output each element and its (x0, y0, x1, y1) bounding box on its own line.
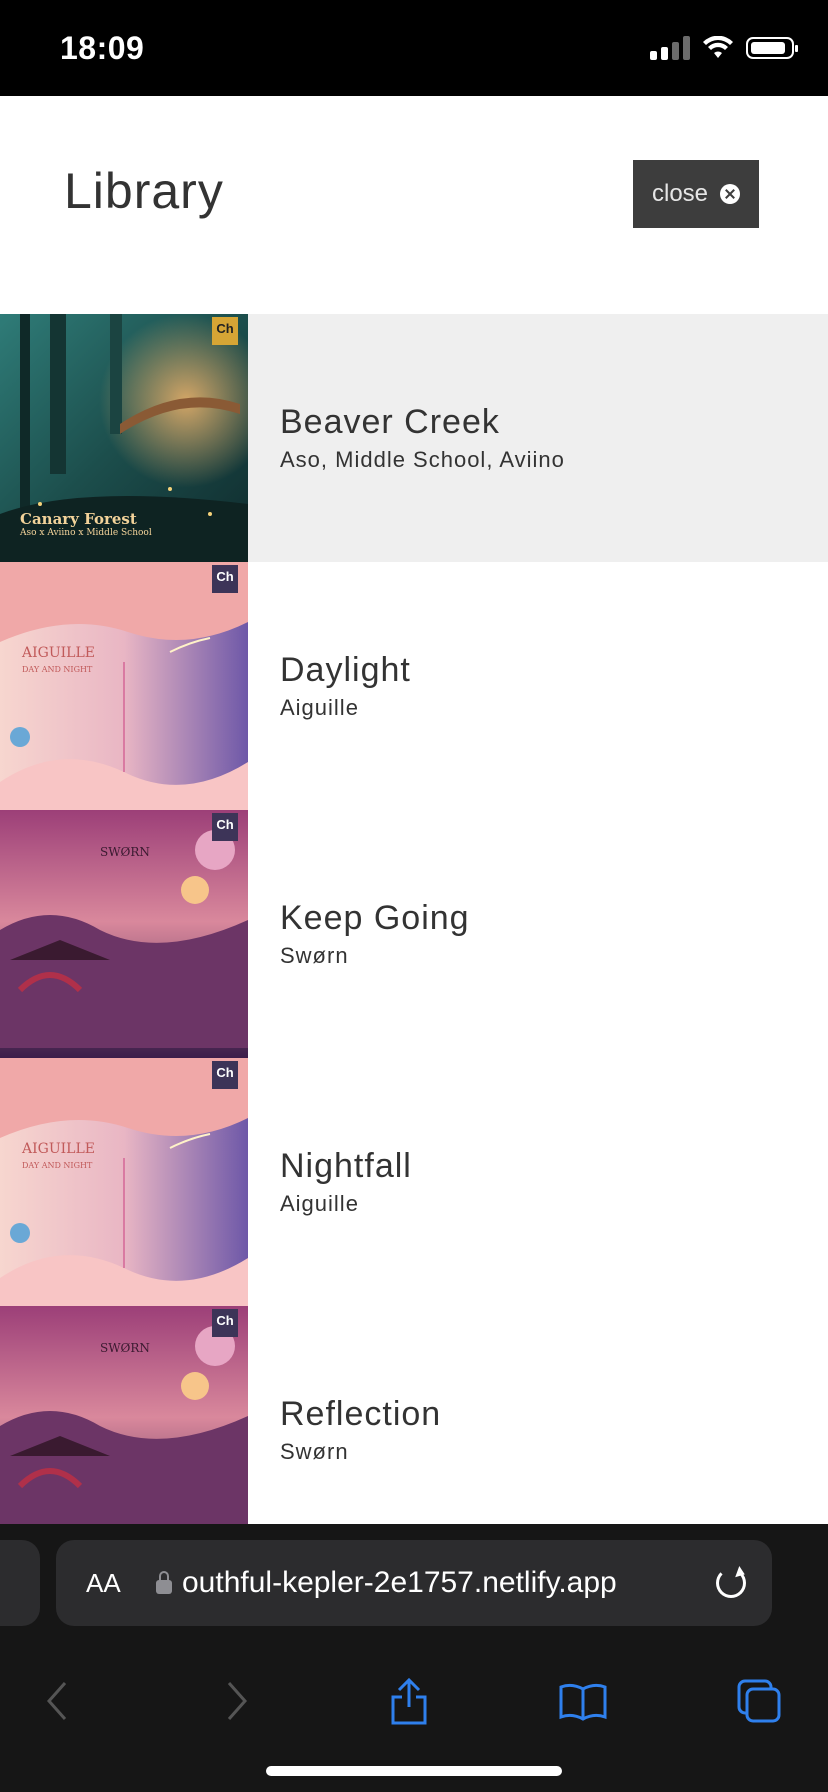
album-cover-sworn: SWØRN Ch (0, 810, 248, 1058)
track-title: Beaver Creek (280, 403, 500, 441)
label-logo: Ch (212, 1309, 238, 1337)
status-icons (650, 36, 798, 60)
reload-icon[interactable] (716, 1568, 746, 1598)
tabs-icon (737, 1679, 781, 1723)
label-logo: Ch (212, 813, 238, 841)
browser-toolbar (0, 1644, 828, 1764)
album-cover-sworn: SWØRN Ch (0, 1306, 248, 1524)
tabs-button[interactable] (732, 1674, 786, 1728)
close-button[interactable]: close (633, 160, 759, 228)
url-text[interactable]: outhful-kepler-2e1757.netlify.app (182, 1566, 662, 1600)
cover-text: Canary Forest Aso x Aviino x Middle Scho… (20, 512, 152, 540)
label-logo: Ch (212, 565, 238, 593)
track-item-keep-going[interactable]: SWØRN Ch Keep Going Swørn (0, 810, 828, 1058)
track-artist: Swørn (280, 1439, 349, 1464)
track-meta: Reflection Swørn (248, 1306, 441, 1524)
cover-text-aiguille: AIGUILLE (21, 1141, 95, 1157)
track-meta: Keep Going Swørn (248, 810, 470, 1058)
browser-bottom-bar: AA outhful-kepler-2e1757.netlify.app (0, 1524, 828, 1792)
track-item-daylight[interactable]: AIGUILLE DAY AND NIGHT Ch Daylight Aigui… (0, 562, 828, 810)
aa-label: AA (86, 1567, 121, 1598)
page-title: Library (64, 163, 224, 219)
cover-subtext: DAY AND NIGHT (22, 1161, 93, 1170)
cover-text-sworn: SWØRN (100, 1341, 150, 1355)
track-artist: Swørn (280, 943, 349, 968)
chevron-right-icon (227, 1682, 248, 1720)
cover-text-aiguille: AIGUILLE (21, 645, 95, 661)
track-item-nightfall[interactable]: AIGUILLE DAY AND NIGHT Ch Nightfall Aigu… (0, 1058, 828, 1306)
previous-tab-peek[interactable] (0, 1540, 40, 1626)
status-bar: 18:09 (0, 0, 828, 96)
chevron-left-icon (46, 1682, 67, 1720)
close-icon (720, 184, 741, 204)
back-button[interactable] (30, 1674, 84, 1728)
library-header: Library close (0, 96, 828, 314)
track-meta: Beaver Creek Aso, Middle School, Aviino (248, 314, 565, 562)
share-button[interactable] (382, 1674, 436, 1728)
status-time: 18:09 (60, 30, 145, 66)
cover-subtitle: Aso x Aviino x Middle School (20, 528, 152, 538)
track-meta: Daylight Aiguille (248, 562, 411, 810)
lock-icon (156, 1571, 172, 1594)
cover-text-sworn: SWØRN (100, 845, 150, 859)
album-cover-aiguille: AIGUILLE DAY AND NIGHT Ch (0, 562, 248, 810)
label-logo: Ch (212, 317, 238, 345)
battery-icon (746, 37, 798, 59)
book-icon (559, 1683, 607, 1721)
wifi-icon (703, 36, 733, 58)
track-item-beaver-creek[interactable]: Ch Canary Forest Aso x Aviino x Middle S… (0, 314, 828, 562)
cellular-signal-icon (650, 36, 690, 60)
forward-button[interactable] (210, 1674, 264, 1728)
share-icon (391, 1677, 427, 1725)
track-title: Daylight (280, 651, 411, 689)
track-title: Keep Going (280, 899, 470, 937)
track-list: Ch Canary Forest Aso x Aviino x Middle S… (0, 314, 828, 1524)
track-title: Nightfall (280, 1147, 412, 1185)
cover-subtext: DAY AND NIGHT (22, 665, 93, 674)
track-artist: Aso, Middle School, Aviino (280, 447, 565, 472)
label-logo: Ch (212, 1061, 238, 1089)
track-meta: Nightfall Aiguille (248, 1058, 412, 1306)
bookmarks-button[interactable] (556, 1674, 610, 1728)
reader-options-button[interactable]: AA (86, 1568, 146, 1599)
close-button-label: close (651, 180, 709, 207)
track-title: Reflection (280, 1395, 442, 1433)
track-artist: Aiguille (280, 695, 359, 720)
track-item-reflection[interactable]: SWØRN Ch Reflection Swørn (0, 1306, 828, 1524)
album-cover-canary-forest: Ch Canary Forest Aso x Aviino x Middle S… (0, 314, 248, 562)
home-indicator (266, 1766, 562, 1776)
album-cover-aiguille: AIGUILLE DAY AND NIGHT Ch (0, 1058, 248, 1306)
track-artist: Aiguille (280, 1191, 359, 1216)
address-bar[interactable]: AA outhful-kepler-2e1757.netlify.app (56, 1540, 772, 1626)
